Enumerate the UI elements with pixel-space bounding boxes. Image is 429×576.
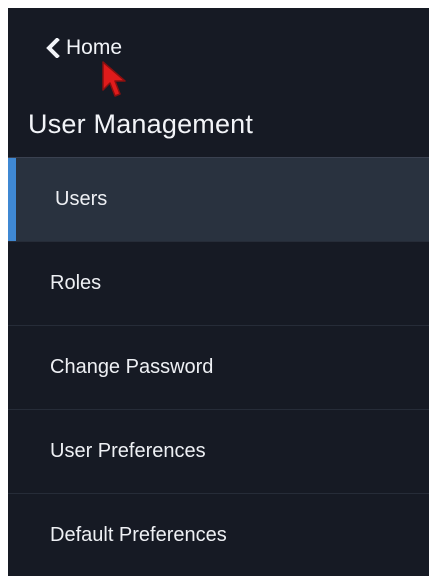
chevron-left-icon [46, 38, 60, 58]
home-link-label: Home [66, 36, 123, 59]
mouse-cursor-icon [102, 61, 126, 97]
user-management-sidebar: Home User Management Users Roles Change … [8, 8, 429, 576]
sidebar-item-roles[interactable]: Roles [8, 242, 429, 326]
sidebar-item-label: Roles [50, 272, 102, 294]
sidebar-item-user-preferences[interactable]: User Preferences [8, 410, 429, 494]
sidebar-item-default-preferences[interactable]: Default Preferences [8, 494, 429, 576]
sidebar-item-change-password[interactable]: Change Password [8, 326, 429, 410]
sidebar-item-label: Users [55, 188, 108, 210]
sidebar-item-label: Default Preferences [50, 524, 227, 546]
sidebar-header: Home User Management [8, 8, 429, 158]
page-title: User Management [28, 109, 254, 139]
sidebar-item-users[interactable]: Users [8, 158, 429, 242]
sidebar-menu: Users Roles Change Password User Prefere… [8, 158, 429, 576]
sidebar-item-label: Change Password [50, 356, 214, 378]
home-back-link[interactable]: Home [44, 36, 122, 60]
sidebar-item-label: User Preferences [50, 440, 206, 462]
